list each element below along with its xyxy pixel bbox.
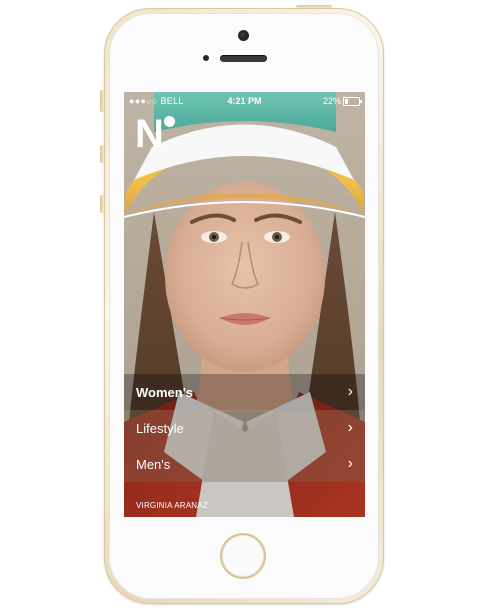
menu-item-womens[interactable]: Women's ›: [124, 374, 365, 410]
home-button[interactable]: [220, 533, 266, 579]
menu-item-lifestyle[interactable]: Lifestyle ›: [124, 410, 365, 446]
photo-credit: VIRGINIA ARANAZ: [136, 501, 208, 510]
volume-up-button: [100, 145, 104, 163]
earpiece-speaker: [220, 55, 267, 62]
proximity-sensor: [203, 55, 209, 61]
logo-dot: [164, 116, 175, 127]
menu-item-label: Lifestyle: [136, 421, 184, 436]
app-logo[interactable]: N: [135, 114, 164, 154]
volume-down-button: [100, 195, 104, 213]
battery-icon: [343, 97, 362, 106]
menu-item-mens[interactable]: Men's ›: [124, 446, 365, 482]
power-button: [296, 5, 332, 8]
chevron-right-icon: ›: [347, 383, 353, 400]
chevron-right-icon: ›: [347, 455, 353, 472]
category-menu: Women's › Lifestyle › Men's ›: [124, 374, 365, 482]
silent-switch: [100, 90, 104, 112]
chevron-right-icon: ›: [347, 419, 353, 436]
front-camera: [238, 30, 249, 41]
status-bar: ●●●○○ BELL 4:21 PM 22%: [124, 92, 365, 110]
phone-screen: ●●●○○ BELL 4:21 PM 22% N Women's › Lifes…: [124, 92, 365, 517]
menu-item-label: Men's: [136, 457, 171, 472]
battery-percent: 22%: [322, 96, 341, 106]
menu-item-label: Women's: [136, 385, 194, 400]
